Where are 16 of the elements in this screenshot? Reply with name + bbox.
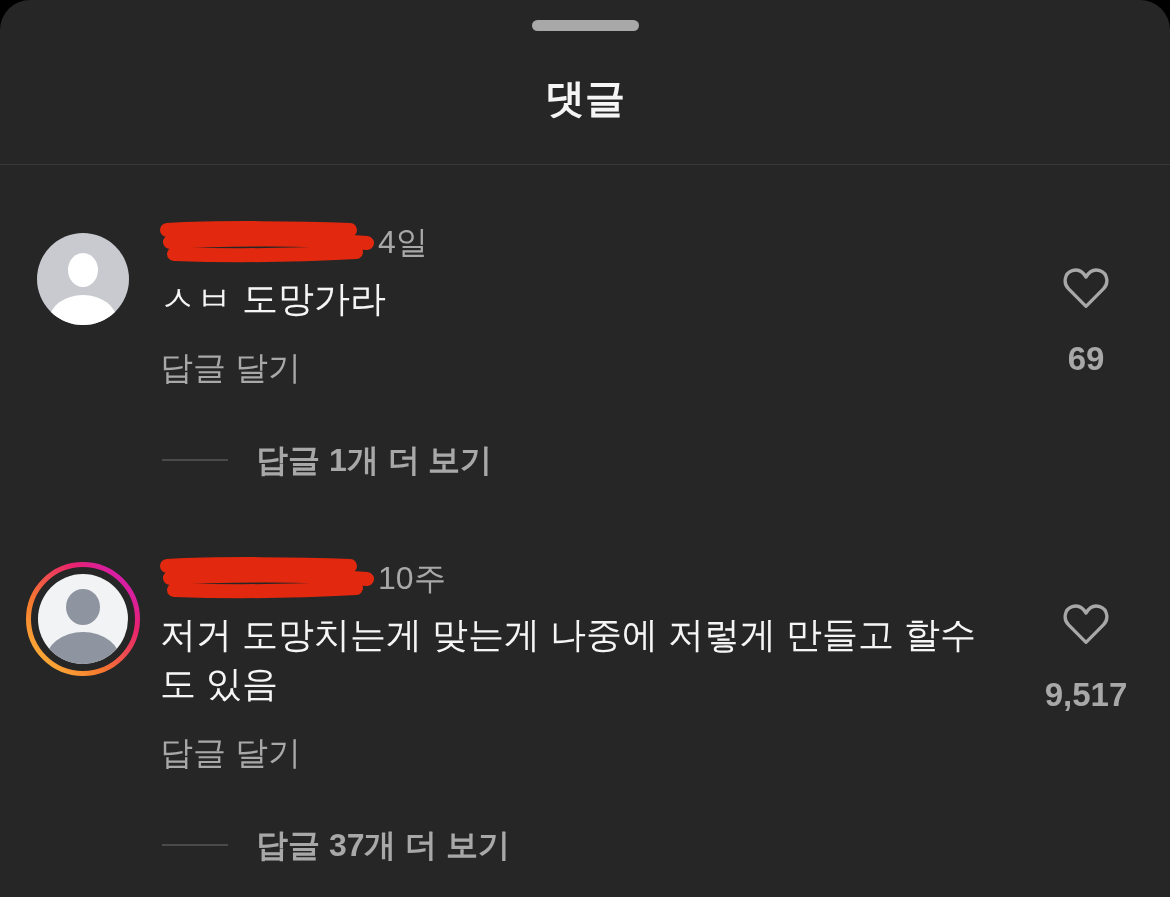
heart-icon[interactable]: [1062, 603, 1110, 646]
reply-button[interactable]: 답글 달기: [160, 731, 302, 775]
comment-text: ㅅㅂ 도망가라: [160, 277, 387, 321]
reply-button[interactable]: 답글 달기: [160, 346, 302, 390]
sheet-title: 댓글: [545, 75, 625, 122]
avatar-icon[interactable]: [37, 233, 129, 325]
comment-time: 4일: [378, 223, 428, 262]
heart-icon[interactable]: [1062, 267, 1110, 310]
drag-handle[interactable]: [531, 20, 639, 31]
view-replies-button[interactable]: 답글 1개 더 보기: [256, 438, 493, 482]
avatar-icon[interactable]: [26, 562, 140, 676]
comment-time: 10주: [378, 559, 446, 598]
like-count: 69: [1067, 339, 1105, 379]
like-count: 9,517: [1044, 675, 1128, 715]
comment-text: 저거 도망치는게 맞는게 나중에 저렇게 만들고 할수도 있음: [160, 613, 977, 706]
view-replies-button[interactable]: 답글 37개 더 보기: [256, 823, 511, 867]
